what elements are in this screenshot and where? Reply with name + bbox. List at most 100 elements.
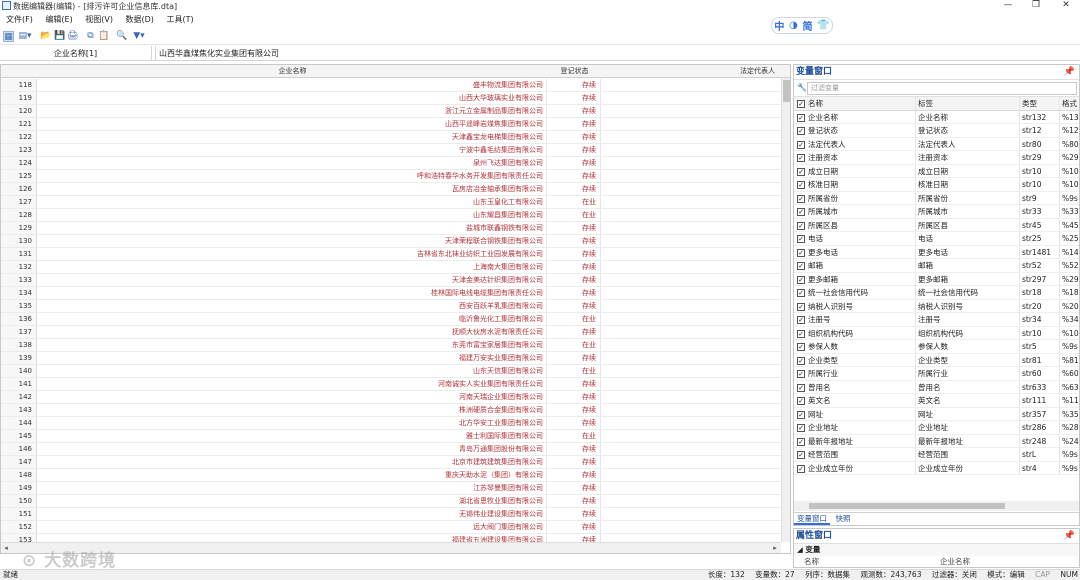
variable-row[interactable]: ✓法定代表人法定代表人str80%80s bbox=[794, 137, 1079, 151]
table-row[interactable]: 133 天津金美达针织集团有限公司 存续 bbox=[1, 274, 781, 287]
variable-row[interactable]: ✓企业地址企业地址str286%286 bbox=[794, 421, 1079, 435]
variable-row[interactable]: ✓组织机构代码组织机构代码str10%10s bbox=[794, 326, 1079, 340]
menu-edit[interactable]: 编辑(E) bbox=[45, 14, 72, 26]
header-label[interactable]: 标签 bbox=[918, 97, 1020, 110]
cell-status[interactable]: 存续 bbox=[548, 326, 601, 338]
table-row[interactable]: 134 桂林国际电线电缆集团有限责任公司 存续 bbox=[1, 287, 781, 300]
scroll-left-icon[interactable]: ◂ bbox=[1, 543, 11, 553]
variable-checkbox[interactable]: ✓ bbox=[797, 300, 806, 313]
cell-company-name[interactable]: 青岛万通集团股份有限公司 bbox=[38, 443, 547, 455]
cell-company-name[interactable]: 河南天瑞企业集团有限公司 bbox=[38, 391, 547, 403]
scroll-right-icon[interactable]: ▸ bbox=[770, 543, 780, 553]
table-row[interactable]: 138 东莞市富宝家居集团有限公司 在业 bbox=[1, 339, 781, 352]
paste-icon[interactable]: 📋 bbox=[98, 31, 109, 42]
cell-company-name[interactable]: 株洲硬质合金集团有限公司 bbox=[38, 404, 547, 416]
table-dropdown-icon[interactable]: ▤▾ bbox=[16, 31, 34, 42]
table-row[interactable]: 129 盐城市联鑫钢铁有限公司 存续 bbox=[1, 222, 781, 235]
cell-status[interactable]: 在业 bbox=[548, 196, 601, 208]
header-name[interactable]: 名称 bbox=[808, 97, 916, 110]
cell-status[interactable]: 存续 bbox=[548, 287, 601, 299]
cell-value-input[interactable]: 山西华鑫煤焦化实业集团有限公司 bbox=[155, 46, 1080, 61]
variable-row[interactable]: ✓ 企业成立年份 企业成立年份 str4 %9s bbox=[794, 461, 1079, 475]
variable-row[interactable]: ✓企业名称企业名称str132%132 bbox=[794, 110, 1079, 124]
table-row[interactable]: 131 吉林省东北袜业纺织工业园发展有限公司 存续 bbox=[1, 248, 781, 261]
scrollbar-thumb[interactable] bbox=[783, 80, 790, 102]
save-icon[interactable]: 💾 bbox=[54, 31, 65, 42]
cell-company-name[interactable]: 远大阀门集团有限公司 bbox=[38, 521, 547, 533]
variable-checkbox[interactable]: ✓ bbox=[797, 111, 806, 124]
variable-checkbox[interactable]: ✓ bbox=[797, 259, 806, 272]
variable-row[interactable]: ✓所属城市所属城市str33%33s bbox=[794, 205, 1079, 219]
table-row[interactable]: 142 河南天瑞企业集团有限公司 存续 bbox=[1, 391, 781, 404]
cell-status[interactable]: 存续 bbox=[548, 495, 601, 507]
variable-row[interactable]: ✓ 所属省份 所属省份 str9 %9s bbox=[794, 191, 1079, 205]
cell-company-name[interactable]: 福建万安实业集团有限公司 bbox=[38, 352, 547, 364]
copy-icon[interactable]: ⧉ bbox=[85, 31, 96, 42]
cell-status[interactable]: 存续 bbox=[548, 378, 601, 390]
cell-status[interactable]: 存续 bbox=[548, 105, 601, 117]
variable-checkbox[interactable]: ✓ bbox=[797, 327, 806, 340]
table-row[interactable]: 119 山西大华玻璃实业有限公司 存续 bbox=[1, 92, 781, 105]
variable-row[interactable]: ✓ 参保人数 参保人数 str5 %9s bbox=[794, 340, 1079, 354]
variable-checkbox[interactable]: ✓ bbox=[797, 286, 806, 299]
variable-row[interactable]: ✓最新年报地址最新年报地址str248%248 bbox=[794, 434, 1079, 448]
property-row[interactable]: 名称 企业名称 bbox=[794, 556, 1079, 567]
cell-status[interactable]: 存续 bbox=[548, 131, 601, 143]
cell-status[interactable]: 在业 bbox=[548, 209, 601, 221]
table-row[interactable]: 140 山东天信集团有限公司 在业 bbox=[1, 365, 781, 378]
variable-checkbox[interactable]: ✓ bbox=[797, 394, 806, 407]
variable-checkbox[interactable]: ✓ bbox=[797, 273, 806, 286]
variable-row[interactable]: ✓所属行业所属行业str60%60s bbox=[794, 367, 1079, 381]
variable-row[interactable]: ✓注册号注册号str34%34s bbox=[794, 313, 1079, 327]
table-row[interactable]: 137 抚顺大伙房水泥有限责任公司 存续 bbox=[1, 326, 781, 339]
column-header-legal-rep[interactable]: 法定代表人 bbox=[602, 65, 778, 78]
cell-company-name[interactable]: 东莞市富宝家居集团有限公司 bbox=[38, 339, 547, 351]
restore-button[interactable]: ❐ bbox=[1024, 0, 1048, 12]
table-row[interactable]: 141 河南诚实人实业集团有限责任公司 存续 bbox=[1, 378, 781, 391]
cell-company-name[interactable]: 浙江元立金属制品集团有限公司 bbox=[38, 105, 547, 117]
table-row[interactable]: 120 浙江元立金属制品集团有限公司 存续 bbox=[1, 105, 781, 118]
variable-row[interactable]: ✓更多电话更多电话str1481%148 bbox=[794, 245, 1079, 259]
cell-status[interactable]: 存续 bbox=[548, 144, 601, 156]
minimize-button[interactable]: — bbox=[996, 0, 1020, 12]
cell-status[interactable]: 存续 bbox=[548, 79, 601, 91]
grid-vertical-scrollbar[interactable] bbox=[781, 78, 790, 542]
cell-company-name[interactable]: 山东天信集团有限公司 bbox=[38, 365, 547, 377]
table-row[interactable]: 151 无锡伟业建设集团有限公司 存续 bbox=[1, 508, 781, 521]
table-row[interactable]: 121 山西平遥峰岩煤焦集团有限公司 存续 bbox=[1, 118, 781, 131]
cell-company-name[interactable]: 抚顺大伙房水泥有限责任公司 bbox=[38, 326, 547, 338]
cell-company-name[interactable]: 呼和浩特春华水务开发集团有限责任公司 bbox=[38, 170, 547, 182]
variable-checkbox[interactable]: ✓ bbox=[797, 408, 806, 421]
grid-horizontal-scrollbar[interactable]: ◂ ▸ bbox=[1, 542, 781, 553]
variable-row[interactable]: ✓纳税人识别号纳税人识别号str20%20s bbox=[794, 299, 1079, 313]
variable-row[interactable]: ✓统一社会信用代码统一社会信用代码str18%18s bbox=[794, 286, 1079, 300]
table-row[interactable]: 150 湖北省恩牧业集团有限公司 存续 bbox=[1, 495, 781, 508]
cell-company-name[interactable]: 西安百跃羊乳集团有限公司 bbox=[38, 300, 547, 312]
table-row[interactable]: 136 临沂鲁光化工集团有限公司 在业 bbox=[1, 313, 781, 326]
cell-status[interactable]: 存续 bbox=[548, 300, 601, 312]
variable-checkbox[interactable]: ✓ bbox=[797, 462, 806, 475]
cell-company-name[interactable]: 山东耀昌集团有限公司 bbox=[38, 209, 547, 221]
table-row[interactable]: 143 株洲硬质合金集团有限公司 存续 bbox=[1, 404, 781, 417]
table-row[interactable]: 147 北京市建筑建筑集团有限公司 存续 bbox=[1, 456, 781, 469]
cell-status[interactable]: 存续 bbox=[548, 391, 601, 403]
search-icon[interactable]: 🔍 bbox=[116, 31, 127, 42]
variable-checkbox[interactable]: ✓ bbox=[797, 205, 806, 218]
variable-row[interactable]: ✓企业类型企业类型str81%81s bbox=[794, 353, 1079, 367]
variable-checkbox[interactable]: ✓ bbox=[797, 151, 806, 164]
variable-row[interactable]: ✓邮箱邮箱str52%52s bbox=[794, 259, 1079, 273]
table-row[interactable]: 118 盛丰物流集团有限公司 存续 bbox=[1, 79, 781, 92]
variable-row[interactable]: ✓网址网址str357%357 bbox=[794, 407, 1079, 421]
tab-variables-window[interactable]: 变量窗口 bbox=[794, 513, 830, 525]
cell-status[interactable]: 存续 bbox=[548, 157, 601, 169]
variable-checkbox[interactable]: ✓ bbox=[797, 448, 806, 461]
properties-section-variable[interactable]: ◢ 变量 bbox=[794, 544, 1079, 556]
cell-company-name[interactable]: 北方华安工业集团有限公司 bbox=[38, 417, 547, 429]
header-format[interactable]: 格式 bbox=[1062, 97, 1079, 110]
variable-checkbox[interactable]: ✓ bbox=[797, 354, 806, 367]
cell-company-name[interactable]: 天津鑫宝龙电梯集团有限公司 bbox=[38, 131, 547, 143]
cell-company-name[interactable]: 泉州飞达集团有限公司 bbox=[38, 157, 547, 169]
table-row[interactable]: 144 北方华安工业集团有限公司 存续 bbox=[1, 417, 781, 430]
variable-row[interactable]: ✓电话电话str25%25s bbox=[794, 232, 1079, 246]
print-icon[interactable]: 🖨 bbox=[67, 31, 78, 42]
